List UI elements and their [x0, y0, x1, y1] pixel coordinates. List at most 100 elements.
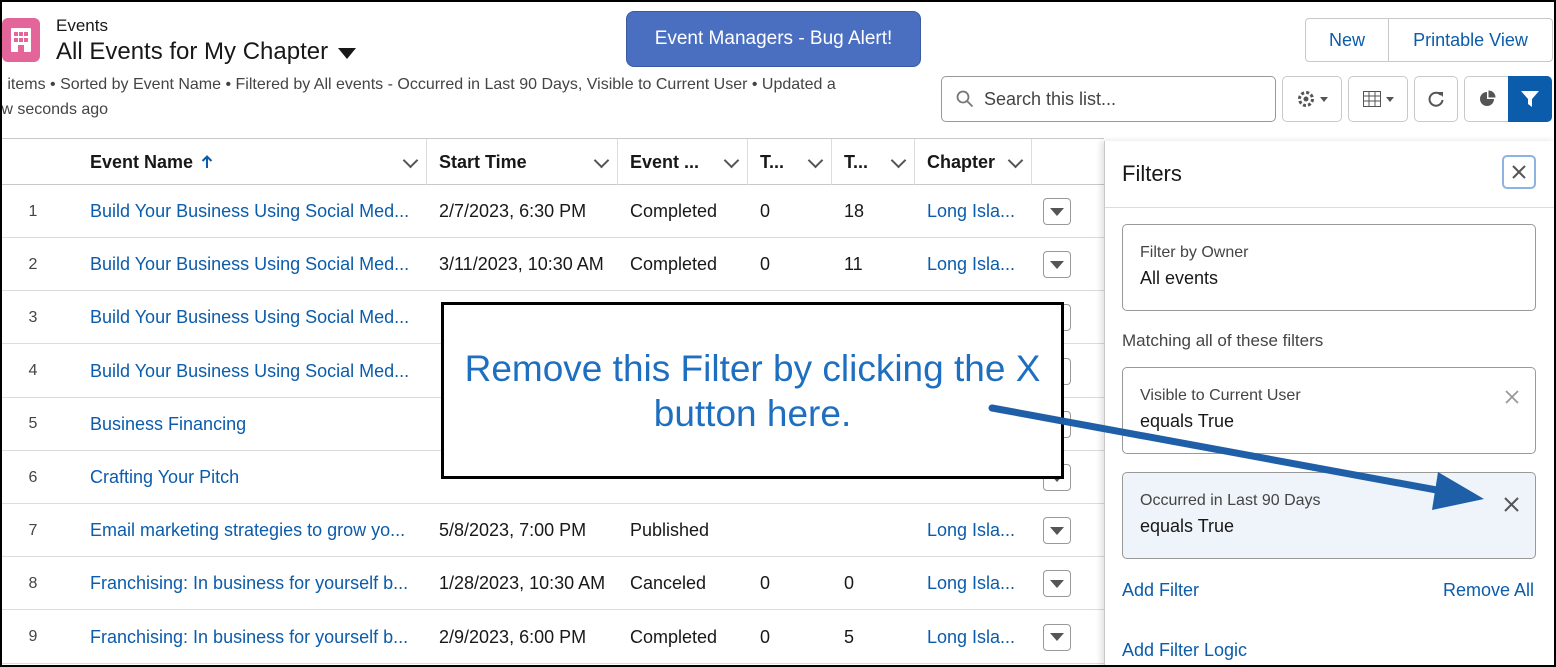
caret-down-icon[interactable]: [338, 48, 357, 59]
list-view-selector[interactable]: All Events for My Chapter: [56, 38, 357, 66]
dropdown-caret-icon: [1319, 96, 1328, 102]
event-name-link[interactable]: Email marketing strategies to grow yo...: [90, 504, 420, 557]
table-row: 2 Build Your Business Using Social Med...…: [2, 238, 1104, 292]
start-time-cell: 3/11/2023, 10:30 AM: [439, 254, 604, 275]
t1-cell: [760, 504, 830, 557]
column-menu-chevron-icon[interactable]: [593, 152, 610, 169]
filter-card-visible-to-current-user[interactable]: Visible to Current User equals True: [1122, 367, 1536, 454]
column-menu-chevron-icon[interactable]: [723, 152, 740, 169]
list-settings-button[interactable]: [1282, 76, 1342, 122]
filter-value: equals True: [1140, 516, 1235, 536]
event-name-link[interactable]: Build Your Business Using Social Med...: [90, 185, 420, 238]
matching-filters-label: Matching all of these filters: [1122, 331, 1324, 350]
list-meta-info: 9 items • Sorted by Event Name • Filtere…: [2, 72, 907, 122]
close-icon: [1512, 165, 1526, 179]
row-actions-button[interactable]: [1043, 517, 1071, 545]
chapter-link[interactable]: Long Isla...: [927, 504, 1027, 557]
remove-all-link[interactable]: Remove All: [1443, 580, 1534, 601]
add-filter-link[interactable]: Add Filter: [1122, 580, 1199, 601]
header-button-group: New Printable View: [1305, 18, 1553, 62]
table-header: Event Name Start Time Event ... T... T..…: [2, 138, 1104, 185]
chapter-link[interactable]: Long Isla...: [927, 238, 1027, 291]
dropdown-caret-icon: [1385, 96, 1394, 102]
row-number: 6: [28, 468, 38, 486]
refresh-icon: [1428, 91, 1444, 107]
filter-field: Visible to Current User: [1140, 387, 1301, 404]
chevron-down-icon: [1050, 260, 1064, 269]
event-status-cell: Canceled: [630, 573, 707, 594]
row-number: 1: [28, 202, 38, 220]
column-header-event-status[interactable]: Event ...: [618, 139, 748, 185]
row-actions-button[interactable]: [1043, 251, 1071, 279]
start-time-cell: 5/8/2023, 7:00 PM: [439, 520, 587, 541]
instruction-callout: Remove this Filter by clicking the X but…: [441, 302, 1064, 479]
chevron-down-icon: [1050, 633, 1064, 642]
sort-ascending-icon: [201, 155, 213, 168]
table-row: 8 Franchising: In business for yourself b…: [2, 557, 1104, 611]
row-number: 8: [28, 574, 38, 592]
add-filter-logic-link[interactable]: Add Filter Logic: [1122, 640, 1247, 661]
events-object-icon: [2, 18, 40, 62]
t2-cell: 0: [844, 573, 855, 594]
screenshot-frame: Events All Events for My Chapter 9 items…: [0, 0, 1556, 667]
filter-button[interactable]: [1508, 76, 1552, 122]
callout-text: Remove this Filter by clicking the X but…: [464, 347, 1041, 434]
search-list-input[interactable]: Search this list...: [941, 76, 1276, 122]
t1-cell: 0: [760, 573, 771, 594]
refresh-button[interactable]: [1414, 76, 1458, 122]
column-menu-chevron-icon[interactable]: [1007, 152, 1024, 169]
t2-cell: [844, 504, 914, 557]
column-header-start-time[interactable]: Start Time: [427, 139, 618, 185]
chapter-link[interactable]: Long Isla...: [927, 557, 1027, 610]
row-actions-button[interactable]: [1043, 623, 1071, 651]
remove-filter-icon[interactable]: [1505, 390, 1519, 404]
event-name-link[interactable]: Build Your Business Using Social Med...: [90, 238, 420, 291]
event-name-link[interactable]: Business Financing: [90, 398, 420, 451]
column-header-event-name[interactable]: Event Name: [64, 139, 427, 185]
table-row: 1 Build Your Business Using Social Med...…: [2, 185, 1104, 238]
remove-filter-icon[interactable]: [1504, 497, 1519, 512]
event-name-link[interactable]: Franchising: In business for yourself b.…: [90, 557, 420, 610]
table-view-icon: [1362, 91, 1381, 107]
column-menu-chevron-icon[interactable]: [402, 152, 419, 169]
column-header-t2[interactable]: T...: [832, 139, 915, 185]
t1-cell: 0: [760, 201, 771, 221]
printable-view-button[interactable]: Printable View: [1389, 19, 1552, 61]
meta-line-2: few seconds ago: [0, 101, 109, 118]
bug-alert-button[interactable]: Event Managers - Bug Alert!: [626, 11, 921, 67]
filter-card-occurred-last-90-days[interactable]: Occurred in Last 90 Days equals True: [1122, 472, 1536, 559]
list-title: All Events for My Chapter: [56, 38, 329, 65]
row-number: 7: [28, 521, 38, 539]
row-actions-button[interactable]: [1043, 198, 1071, 225]
row-number: 3: [28, 308, 38, 326]
display-as-button[interactable]: [1348, 76, 1408, 122]
row-actions-button[interactable]: [1043, 570, 1071, 598]
chapter-link[interactable]: Long Isla...: [927, 611, 1027, 664]
column-header-chapter[interactable]: Chapter: [915, 139, 1032, 185]
row-number: 9: [28, 628, 38, 646]
owner-filter-value: All events: [1140, 268, 1219, 288]
event-name-link[interactable]: Crafting Your Pitch: [90, 451, 420, 504]
chapter-link[interactable]: Long Isla...: [927, 185, 1027, 238]
column-header-t1[interactable]: T...: [748, 139, 832, 185]
column-menu-chevron-icon[interactable]: [807, 152, 824, 169]
owner-filter-label: Filter by Owner: [1140, 244, 1249, 261]
event-status-cell: Completed: [630, 626, 718, 647]
charts-button[interactable]: [1464, 76, 1510, 122]
search-placeholder: Search this list...: [984, 88, 1117, 109]
event-status-cell: Published: [630, 520, 710, 541]
search-icon: [956, 90, 974, 108]
t2-cell: 11: [844, 254, 863, 275]
event-name-link[interactable]: Franchising: In business for yourself b.…: [90, 611, 420, 664]
table-row: 9 Franchising: In business for yourself b…: [2, 611, 1104, 664]
chevron-down-icon: [1050, 526, 1064, 535]
event-name-link[interactable]: Build Your Business Using Social Med...: [90, 291, 420, 344]
close-filters-button[interactable]: [1502, 155, 1536, 189]
row-number: 2: [28, 255, 38, 273]
filter-by-owner-card[interactable]: Filter by Owner All events: [1122, 224, 1536, 311]
row-number: 5: [28, 415, 38, 433]
column-menu-chevron-icon[interactable]: [890, 152, 907, 169]
table-row: 7 Email marketing strategies to grow yo..…: [2, 504, 1104, 558]
new-button[interactable]: New: [1306, 19, 1389, 61]
event-name-link[interactable]: Build Your Business Using Social Med...: [90, 345, 420, 398]
